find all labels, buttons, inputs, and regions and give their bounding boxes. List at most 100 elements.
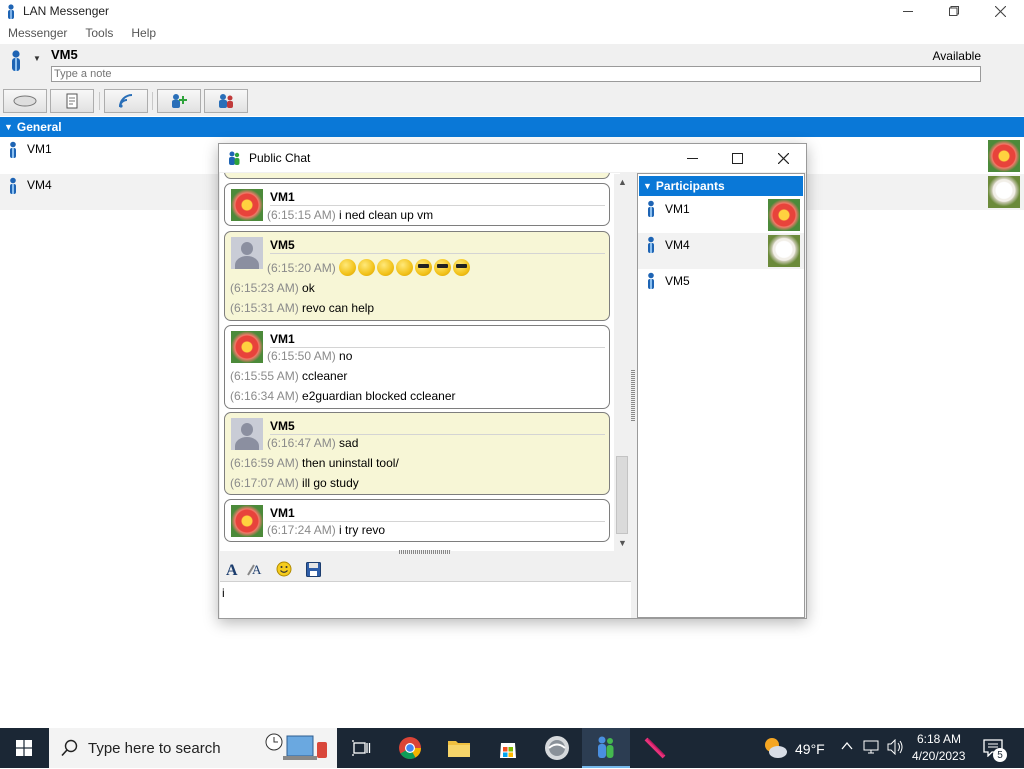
scrollbar-thumb[interactable] bbox=[616, 456, 628, 534]
message-sender: VM5 bbox=[270, 238, 295, 252]
save-button[interactable] bbox=[302, 559, 324, 579]
message-timestamp: (6:15:31 AM) bbox=[230, 301, 299, 315]
taskbar-search-box[interactable]: Type here to search bbox=[49, 728, 337, 768]
message-scrollbar[interactable]: ▲ ▼ bbox=[614, 174, 631, 551]
menu-tools[interactable]: Tools bbox=[85, 26, 113, 40]
file-icon bbox=[66, 93, 78, 109]
sender-avatar bbox=[231, 331, 263, 363]
network-icon[interactable] bbox=[862, 739, 880, 758]
main-toolbar bbox=[0, 88, 1024, 116]
sender-avatar bbox=[231, 505, 263, 537]
status-text[interactable]: Available bbox=[933, 49, 981, 63]
search-icon bbox=[61, 739, 79, 760]
search-placeholder: Type here to search bbox=[88, 739, 221, 757]
add-contact-toolbar-button[interactable] bbox=[157, 89, 201, 113]
user-status-icon[interactable] bbox=[8, 49, 24, 76]
menu-help[interactable]: Help bbox=[131, 26, 156, 40]
expand-triangle-icon[interactable]: ▼ bbox=[643, 181, 652, 191]
clock-time[interactable]: 6:18 AM bbox=[917, 732, 961, 746]
font-button[interactable]: A bbox=[222, 559, 244, 579]
emoticon-button[interactable] bbox=[273, 559, 295, 579]
expand-triangle-icon[interactable]: ▼ bbox=[4, 122, 13, 132]
participants-header[interactable]: ▼ Participants bbox=[639, 176, 803, 196]
message-history[interactable]: VM1 (6:15:15 AM) i ned clean up vm VM5 (… bbox=[220, 173, 620, 551]
participant-online-icon bbox=[646, 200, 656, 221]
contact-settings-toolbar-button[interactable] bbox=[204, 89, 248, 113]
contact-avatar bbox=[988, 140, 1020, 172]
contact-group-header[interactable]: ▼ General bbox=[0, 117, 1024, 137]
chat-minimize-button[interactable] bbox=[669, 144, 715, 172]
message-timestamp: (6:17:07 AM) bbox=[230, 476, 299, 490]
horizontal-splitter-handle[interactable] bbox=[399, 550, 451, 554]
message-block: VM5 (6:15:20 AM) (6:15:23 AM) ok (6:15:3… bbox=[224, 231, 610, 321]
restore-button[interactable] bbox=[931, 0, 977, 22]
lan-messenger-app-icon bbox=[5, 4, 17, 23]
send-file-toolbar-button[interactable] bbox=[50, 89, 94, 113]
font-color-button[interactable]: A bbox=[245, 559, 267, 579]
chat-toolbar-button[interactable] bbox=[3, 89, 47, 113]
message-input-area[interactable] bbox=[220, 581, 631, 618]
message-input[interactable] bbox=[220, 582, 631, 604]
participant-item[interactable]: VM4 bbox=[638, 233, 804, 269]
contact-online-icon bbox=[8, 177, 18, 198]
chat-titlebar[interactable]: Public Chat bbox=[219, 144, 806, 172]
note-input[interactable] bbox=[51, 66, 981, 82]
taskbar-file-explorer[interactable] bbox=[435, 728, 483, 768]
minimize-button[interactable] bbox=[885, 0, 931, 22]
message-text: ccleaner bbox=[302, 369, 348, 383]
participant-item[interactable]: VM5 bbox=[638, 269, 804, 305]
message-text: sad bbox=[339, 436, 359, 450]
message-line: (6:16:59 AM) then uninstall tool/ bbox=[230, 456, 399, 470]
broadcast-toolbar-button[interactable] bbox=[104, 89, 148, 113]
task-view-button[interactable] bbox=[337, 728, 385, 768]
start-button[interactable] bbox=[0, 728, 48, 768]
close-button[interactable] bbox=[977, 0, 1023, 22]
message-timestamp: (6:16:34 AM) bbox=[230, 389, 299, 403]
menu-messenger[interactable]: Messenger bbox=[8, 26, 67, 40]
message-text: ill go study bbox=[302, 476, 359, 490]
message-line: (6:15:50 AM) no bbox=[267, 349, 352, 363]
contact-online-icon bbox=[8, 141, 18, 162]
scroll-up-arrow-icon[interactable]: ▲ bbox=[614, 174, 631, 190]
taskbar-app[interactable] bbox=[533, 728, 581, 768]
volume-icon[interactable] bbox=[886, 738, 904, 758]
contact-avatar bbox=[988, 176, 1020, 208]
taskbar-lan-messenger[interactable] bbox=[582, 728, 630, 768]
chat-app-icon bbox=[228, 150, 240, 169]
clock-date[interactable]: 4/20/2023 bbox=[912, 749, 965, 763]
status-dropdown-arrow-icon[interactable]: ▼ bbox=[33, 54, 41, 63]
search-highlight-icon bbox=[259, 732, 337, 769]
chrome-icon bbox=[399, 737, 421, 759]
scroll-down-arrow-icon[interactable]: ▼ bbox=[614, 535, 631, 551]
participant-name: VM4 bbox=[665, 238, 690, 252]
message-sender: VM5 bbox=[270, 419, 295, 433]
sender-avatar bbox=[231, 237, 263, 269]
group-icon bbox=[219, 94, 233, 108]
message-line: (6:15:20 AM) bbox=[267, 259, 472, 276]
participant-online-icon bbox=[646, 236, 656, 257]
participant-avatar bbox=[768, 199, 800, 231]
font-icon: A bbox=[226, 562, 238, 577]
main-titlebar[interactable]: LAN Messenger bbox=[0, 0, 1024, 22]
public-chat-window: Public Chat VM1 (6:15:15 AM) i ned clean… bbox=[218, 143, 807, 619]
message-timestamp: (6:15:55 AM) bbox=[230, 369, 299, 383]
message-timestamp: (6:15:20 AM) bbox=[267, 261, 336, 275]
folder-icon bbox=[448, 741, 470, 757]
whistle-emoticon-icon bbox=[358, 259, 376, 276]
chat-maximize-button[interactable] bbox=[714, 144, 760, 172]
taskbar-chrome[interactable] bbox=[386, 728, 434, 768]
participants-panel: ▼ Participants VM1 VM4 VM5 bbox=[637, 173, 805, 618]
participant-item[interactable]: VM1 bbox=[638, 197, 804, 233]
group-name: General bbox=[16, 120, 62, 134]
message-timestamp: (6:15:50 AM) bbox=[267, 349, 336, 363]
taskbar-store[interactable] bbox=[484, 728, 532, 768]
weather-temperature[interactable]: 49°F bbox=[795, 741, 825, 757]
vertical-splitter-handle[interactable] bbox=[631, 370, 635, 422]
svg-text:A: A bbox=[252, 562, 262, 577]
weather-icon[interactable] bbox=[762, 736, 788, 763]
chat-close-button[interactable] bbox=[760, 144, 806, 172]
pen-icon bbox=[644, 737, 666, 759]
show-hidden-icons-chevron-icon[interactable] bbox=[841, 740, 853, 755]
taskbar-pen-app[interactable] bbox=[631, 728, 679, 768]
add-contact-icon bbox=[172, 94, 187, 108]
